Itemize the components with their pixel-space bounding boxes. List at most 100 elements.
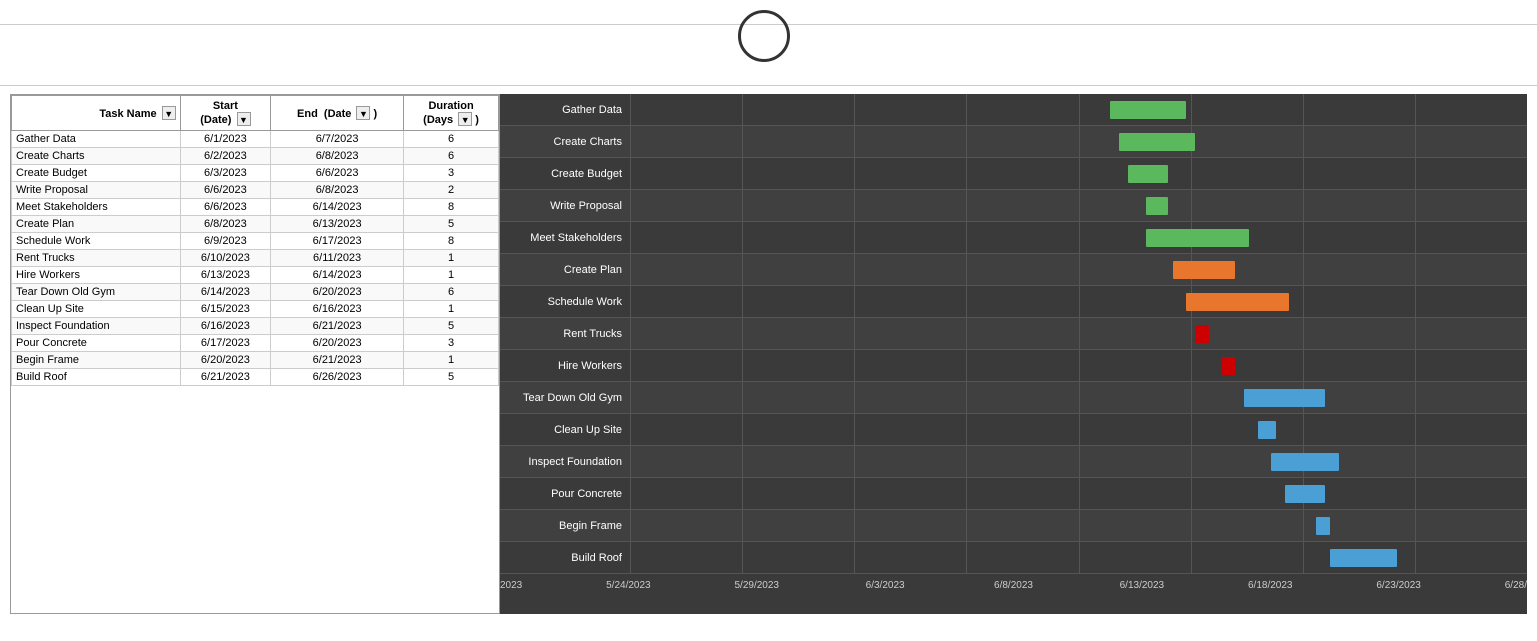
table-row: Tear Down Old Gym 6/14/2023 6/20/2023 6: [12, 284, 499, 301]
table-row: Gather Data 6/1/2023 6/7/2023 6: [12, 131, 499, 148]
table-row: Meet Stakeholders 6/6/2023 6/14/2023 8: [12, 199, 499, 216]
task-table: Task Name ▼ Start(Date) ▼ End (Date ▼ ) …: [11, 95, 499, 386]
cell-start: 6/2/2023: [180, 148, 270, 165]
col-header-task: Task Name ▼: [12, 96, 181, 131]
gantt-bars-area: [630, 414, 1527, 445]
cell-start: 6/3/2023: [180, 165, 270, 182]
gantt-row: Hire Workers: [500, 350, 1527, 382]
gantt-bars-area: [630, 126, 1527, 157]
gantt-bar: [1222, 357, 1235, 375]
cell-end: 6/21/2023: [271, 318, 404, 335]
cell-task-name: Meet Stakeholders: [12, 199, 181, 216]
cell-end: 6/20/2023: [271, 335, 404, 352]
gantt-bar: [1195, 325, 1208, 343]
cell-duration: 5: [404, 369, 499, 386]
cell-duration: 5: [404, 318, 499, 335]
cell-start: 6/6/2023: [180, 199, 270, 216]
gantt-bars-area: [630, 318, 1527, 349]
cell-duration: 6: [404, 148, 499, 165]
start-filter-icon[interactable]: ▼: [237, 112, 251, 126]
table-row: Pour Concrete 6/17/2023 6/20/2023 3: [12, 335, 499, 352]
gantt-date-label: 5/29/2023: [735, 580, 780, 591]
cell-start: 6/1/2023: [180, 131, 270, 148]
gantt-row-label: Hire Workers: [500, 360, 630, 372]
gantt-bars-area: [630, 254, 1527, 285]
gantt-row: Tear Down Old Gym: [500, 382, 1527, 414]
cell-start: 6/9/2023: [180, 233, 270, 250]
cell-duration: 3: [404, 165, 499, 182]
cell-task-name: Begin Frame: [12, 352, 181, 369]
cell-duration: 8: [404, 199, 499, 216]
gantt-bar: [1110, 101, 1186, 119]
cell-end: 6/14/2023: [271, 199, 404, 216]
cell-duration: 1: [404, 301, 499, 318]
gantt-date-label: 5/24/2023: [606, 580, 651, 591]
gantt-bars-area: [630, 382, 1527, 413]
gantt-row-label: Schedule Work: [500, 296, 630, 308]
gantt-bar: [1330, 549, 1397, 567]
gantt-row-label: Meet Stakeholders: [500, 232, 630, 244]
gantt-row: Schedule Work: [500, 286, 1527, 318]
gantt-container: Gather DataCreate ChartsCreate BudgetWri…: [500, 94, 1527, 614]
table-row: Inspect Foundation 6/16/2023 6/21/2023 5: [12, 318, 499, 335]
cell-duration: 1: [404, 250, 499, 267]
cell-end: 6/6/2023: [271, 165, 404, 182]
cell-duration: 3: [404, 335, 499, 352]
task-filter-icon[interactable]: ▼: [162, 106, 176, 120]
gantt-bars-area: [630, 158, 1527, 189]
cell-task-name: Build Roof: [12, 369, 181, 386]
cell-task-name: Create Charts: [12, 148, 181, 165]
gantt-row-label: Build Roof: [500, 552, 630, 564]
gantt-row-label: Pour Concrete: [500, 488, 630, 500]
cell-end: 6/16/2023: [271, 301, 404, 318]
cell-end: 6/17/2023: [271, 233, 404, 250]
gantt-bars-area: [630, 350, 1527, 381]
cell-end: 6/7/2023: [271, 131, 404, 148]
gantt-row-label: Inspect Foundation: [500, 456, 630, 468]
cell-task-name: Inspect Foundation: [12, 318, 181, 335]
cell-task-name: Create Plan: [12, 216, 181, 233]
table-row: Begin Frame 6/20/2023 6/21/2023 1: [12, 352, 499, 369]
gantt-bars-area: [630, 542, 1527, 573]
col-header-start: Start(Date) ▼: [180, 96, 270, 131]
gantt-rows: Gather DataCreate ChartsCreate BudgetWri…: [500, 94, 1527, 574]
task-table-container: Task Name ▼ Start(Date) ▼ End (Date ▼ ) …: [10, 94, 500, 614]
gantt-bars-area: [630, 94, 1527, 125]
gantt-bars-area: [630, 510, 1527, 541]
gantt-bars-area: [630, 222, 1527, 253]
col-header-end: End (Date ▼ ): [271, 96, 404, 131]
gantt-bars-area: [630, 446, 1527, 477]
gantt-row: Create Charts: [500, 126, 1527, 158]
col-header-duration: Duration(Days ▼ ): [404, 96, 499, 131]
gantt-row-label: Tear Down Old Gym: [500, 392, 630, 404]
cell-start: 6/13/2023: [180, 267, 270, 284]
table-row: Create Budget 6/3/2023 6/6/2023 3: [12, 165, 499, 182]
cell-task-name: Schedule Work: [12, 233, 181, 250]
cell-end: 6/21/2023: [271, 352, 404, 369]
table-row: Hire Workers 6/13/2023 6/14/2023 1: [12, 267, 499, 284]
cell-end: 6/13/2023: [271, 216, 404, 233]
gantt-date-label: 6/28/2023: [1505, 580, 1527, 591]
cell-end: 6/8/2023: [271, 148, 404, 165]
cell-start: 6/6/2023: [180, 182, 270, 199]
gantt-date-label: 5/19/2023: [500, 580, 522, 591]
end-filter-icon[interactable]: ▼: [356, 106, 370, 120]
cell-start: 6/15/2023: [180, 301, 270, 318]
gantt-row: Pour Concrete: [500, 478, 1527, 510]
cell-duration: 8: [404, 233, 499, 250]
cell-start: 6/8/2023: [180, 216, 270, 233]
gantt-row-label: Create Charts: [500, 136, 630, 148]
gantt-row: Write Proposal: [500, 190, 1527, 222]
gantt-date-axis: 5/19/20235/24/20235/29/20236/3/20236/8/2…: [500, 574, 1527, 602]
table-row: Rent Trucks 6/10/2023 6/11/2023 1: [12, 250, 499, 267]
gantt-row-label: Write Proposal: [500, 200, 630, 212]
cell-duration: 6: [404, 284, 499, 301]
dur-filter-icon[interactable]: ▼: [458, 112, 472, 126]
gantt-date-label: 6/13/2023: [1120, 580, 1165, 591]
gantt-row: Build Roof: [500, 542, 1527, 574]
gantt-bar: [1173, 261, 1236, 279]
table-row: Create Charts 6/2/2023 6/8/2023 6: [12, 148, 499, 165]
gantt-bar: [1146, 197, 1168, 215]
table-row: Clean Up Site 6/15/2023 6/16/2023 1: [12, 301, 499, 318]
cell-end: 6/26/2023: [271, 369, 404, 386]
